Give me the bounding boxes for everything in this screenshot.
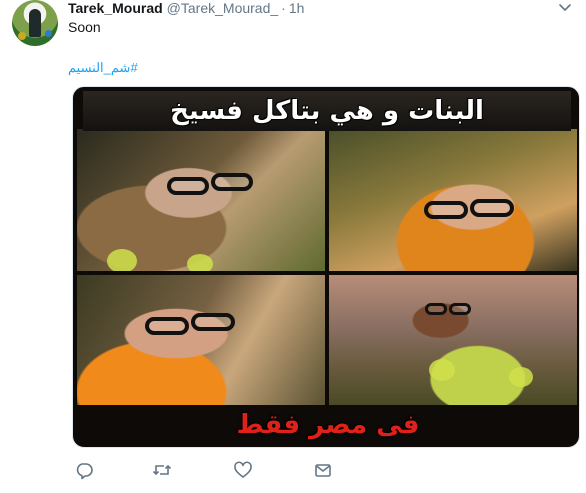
glasses-shape [425,303,447,315]
avatar-decor [45,30,52,37]
timestamp[interactable]: 1h [289,0,305,16]
chevron-down-icon[interactable] [558,2,572,14]
heart-icon[interactable] [233,460,253,480]
avatar[interactable] [12,0,58,46]
glasses-shape [424,201,468,219]
meme-panel [329,129,577,271]
glasses-shape [211,173,253,191]
tweet: Tarek_Mourad @Tarek_Mourad_ · 1h Soon #ش… [0,0,586,493]
glasses-shape [191,313,235,331]
retweet-icon[interactable] [152,460,172,480]
glasses-shape [145,317,189,335]
hashtag-link[interactable]: #شم_النسيم [68,60,138,76]
meme-caption-top: البنات و هي بتاكل فسيخ [83,91,571,131]
tweet-header: Tarek_Mourad @Tarek_Mourad_ · 1h [68,0,304,18]
meme-panel [329,275,577,405]
meme-panel [77,129,325,271]
meme-caption-bottom: فى مصر فقط [236,410,420,440]
user-handle[interactable]: @Tarek_Mourad_ [167,0,279,16]
tweet-media-image[interactable]: البنات و هي بتاكل فسيخ فى مصر فقط [72,86,580,448]
display-name[interactable]: Tarek_Mourad [68,0,163,16]
glasses-shape [167,177,209,195]
vegetable-shape [429,359,455,381]
vegetable-shape [107,249,137,271]
tweet-text: Soon [68,19,101,35]
reply-icon[interactable] [74,460,94,480]
separator-dot: · [281,0,286,16]
meme-panel [77,275,325,405]
vegetable-shape [187,254,213,271]
tweet-actions [72,460,372,480]
glasses-shape [470,199,514,217]
avatar-figure [29,9,41,37]
avatar-decor [18,32,26,40]
envelope-icon[interactable] [313,460,333,480]
vegetable-shape [509,367,533,387]
glasses-shape [449,303,471,315]
